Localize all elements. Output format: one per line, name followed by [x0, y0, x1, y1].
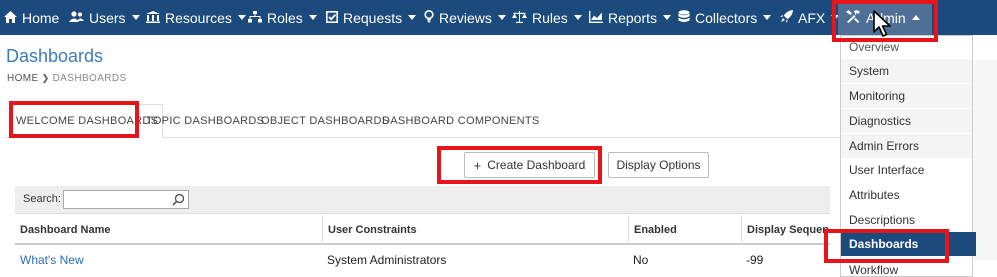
nav-resources[interactable]: Resources [146, 0, 246, 35]
highlight-create-dashboard [437, 146, 602, 184]
display-options-button[interactable]: Display Options [608, 152, 709, 178]
page-title: Dashboards [6, 46, 104, 66]
menu-item-admin-errors[interactable]: Admin Errors [841, 134, 972, 158]
users-icon [69, 10, 84, 25]
search-bar: Search: [15, 186, 830, 214]
enabled-cell: No [633, 253, 649, 267]
dashboard-name-link[interactable]: What's New [15, 246, 84, 274]
search-label: Search: [23, 193, 61, 205]
nav-roles[interactable]: Roles [248, 0, 317, 35]
highlight-dashboards-item [824, 229, 949, 263]
chevron-down-icon [763, 15, 772, 20]
bulb-icon [424, 9, 434, 25]
nav-requests-label: Requests [343, 9, 403, 26]
nav-requests[interactable]: Requests [326, 0, 417, 35]
chevron-down-icon [237, 15, 246, 20]
nav-reviews-label: Reviews [439, 9, 492, 26]
table-header: Dashboard Name User Constraints Enabled … [15, 215, 830, 245]
breadcrumb-home[interactable]: HOME [7, 73, 39, 84]
search-icon[interactable] [172, 193, 185, 211]
nav-rules-label: Rules [532, 9, 568, 26]
nav-reviews[interactable]: Reviews [424, 0, 506, 35]
chevron-down-icon [408, 15, 417, 20]
column-user-constraints[interactable]: User Constraints [322, 215, 628, 245]
nav-resources-label: Resources [165, 9, 232, 26]
highlight-welcome-tab [9, 101, 139, 138]
column-dashboard-name[interactable]: Dashboard Name [15, 215, 322, 245]
column-display-sequence[interactable]: Display Sequence [741, 215, 830, 245]
nav-reports-label: Reports [608, 9, 658, 26]
menu-item-diagnostics[interactable]: Diagnostics [841, 109, 972, 133]
menu-item-system[interactable]: System [841, 59, 972, 83]
nav-afx-label: AFX [798, 9, 826, 26]
database-icon [678, 10, 690, 25]
nav-afx[interactable]: AFX [780, 0, 840, 35]
chevron-down-icon [308, 15, 317, 20]
nav-users-label: Users [89, 9, 126, 26]
nav-reports[interactable]: Reports [589, 0, 672, 35]
chevron-right-icon: ❯ [41, 73, 50, 83]
nav-home-label: Home [22, 9, 60, 26]
display-sequence-cell: -99 [746, 253, 764, 267]
breadcrumb-current: DASHBOARDS [52, 73, 127, 84]
nav-home[interactable]: Home [4, 0, 59, 35]
building-icon [146, 10, 160, 25]
sitemap-icon [248, 10, 262, 25]
chevron-down-icon [663, 15, 672, 20]
nav-collectors[interactable]: Collectors [678, 0, 772, 35]
chart-icon [589, 10, 603, 25]
chevron-down-icon [497, 15, 506, 20]
tab-topic-dashboards[interactable]: TOPIC DASHBOARDS [146, 104, 264, 138]
menu-item-user-interface[interactable]: User Interface [841, 158, 972, 182]
menu-item-monitoring[interactable]: Monitoring [841, 84, 972, 108]
nav-collectors-label: Collectors [695, 9, 758, 26]
user-constraints-cell: System Administrators [327, 253, 447, 267]
dropdown-shadow [973, 60, 997, 260]
rocket-icon [780, 10, 793, 25]
column-enabled[interactable]: Enabled [628, 215, 741, 245]
search-input[interactable] [63, 190, 189, 209]
nav-rules[interactable]: Rules [512, 0, 582, 35]
breadcrumb: HOME ❯ DASHBOARDS [7, 73, 127, 84]
nav-users[interactable]: Users [69, 0, 140, 35]
tab-dashboard-components[interactable]: DASHBOARD COMPONENTS [382, 104, 540, 138]
chevron-down-icon [573, 15, 582, 20]
checkbox-icon [326, 10, 338, 25]
menu-item-attributes[interactable]: Attributes [841, 183, 972, 207]
home-icon [4, 10, 17, 25]
scale-icon [512, 10, 527, 25]
nav-roles-label: Roles [267, 9, 303, 26]
tab-object-dashboards[interactable]: OBJECT DASHBOARDS [261, 104, 389, 138]
chevron-down-icon [131, 15, 140, 20]
table-row: What's New System Administrators No -99 [15, 246, 830, 274]
mouse-cursor-icon [873, 10, 895, 43]
